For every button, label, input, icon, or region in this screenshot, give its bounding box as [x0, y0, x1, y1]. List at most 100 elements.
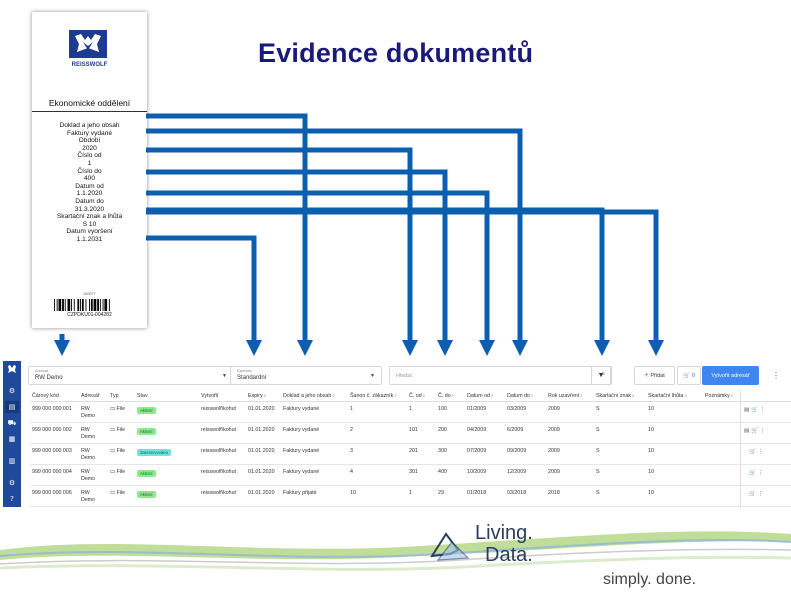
cart-icon[interactable]: 🛒: [751, 428, 760, 434]
column-header[interactable]: Typ: [110, 393, 119, 399]
column-header[interactable]: Stav: [137, 393, 148, 399]
expiry-caption: Expirace: [237, 369, 252, 373]
cell-type-label: File: [116, 469, 126, 475]
sidebar-documents-icon[interactable]: ▤: [5, 401, 19, 413]
label-brand: REISSWOLF: [71, 62, 108, 68]
cart-button[interactable]: 🛒 0: [677, 366, 701, 385]
cell-status: Aktivní: [137, 407, 156, 414]
column-search-icon[interactable]: ⌕: [731, 393, 734, 398]
column-header[interactable]: Datum od⌕: [467, 393, 494, 399]
column-header[interactable]: Poznámky⌕: [705, 393, 733, 399]
cell-year: 2009: [548, 448, 560, 454]
cell-date-from: 01/2009: [467, 406, 487, 412]
row-actions: ▤ 🛒 ⋮: [744, 428, 765, 434]
copy-icon[interactable]: ▤: [744, 428, 751, 434]
table-row[interactable]: 999 000 000 001 RW Demo ▭ File Aktivní reiss…: [30, 402, 791, 423]
cart-icon[interactable]: 🛒: [751, 407, 760, 413]
column-search-icon[interactable]: ⌕: [332, 393, 335, 398]
column-search-icon[interactable]: ⌕: [264, 393, 267, 398]
column-header[interactable]: Doklad a jeho obsah⌕: [283, 393, 335, 399]
column-header[interactable]: Čárový kód: [32, 393, 59, 399]
label-field-value: 31.3.2020: [74, 205, 105, 213]
add-button[interactable]: + Přidat: [634, 366, 675, 385]
row-actions: 🛒 ⋮: [749, 470, 763, 476]
sidebar-truck-icon[interactable]: ⛟: [5, 417, 19, 429]
column-header-label: Skartační znak: [596, 393, 632, 399]
column-search-icon[interactable]: ⌕: [531, 393, 534, 398]
column-header[interactable]: Rok uzavření⌕: [548, 393, 583, 399]
sidebar-reports-icon[interactable]: ▥: [5, 455, 19, 467]
cell-to: 200: [438, 427, 447, 433]
cart-icon[interactable]: 🛒: [749, 449, 758, 455]
cell-period: 10: [648, 406, 654, 412]
sidebar-help-icon[interactable]: ?: [5, 493, 19, 505]
table-row[interactable]: 999 000 000 003 RW Demo ▭ File Zarezervován…: [30, 444, 791, 465]
column-header[interactable]: Datum do⌕: [507, 393, 534, 399]
cell-binder: 4: [350, 469, 353, 475]
filter-button[interactable]: ▼: [591, 366, 611, 385]
column-search-icon[interactable]: ⌕: [423, 393, 426, 398]
column-header-label: Skartační lhůta: [648, 393, 684, 399]
cell-binder: 10: [350, 490, 356, 496]
expiry-select[interactable]: Expirace Standardní ▼: [230, 366, 382, 385]
column-search-icon[interactable]: ⌕: [580, 393, 583, 398]
label-fields: Doklad a jeho obsah Faktury vydané Obdob…: [32, 122, 147, 244]
table-row[interactable]: 999 000 000 002 RW Demo ▭ File Aktivní reiss…: [30, 423, 791, 444]
column-header[interactable]: Skartační lhůta⌕: [648, 393, 687, 399]
more-vertical-icon[interactable]: ⋮: [760, 407, 766, 413]
more-vertical-icon[interactable]: ⋮: [758, 470, 764, 476]
column-header-label: Datum do: [507, 393, 530, 399]
filter-icon: ▼: [597, 372, 605, 379]
column-header[interactable]: Skartační znak⌕: [596, 393, 635, 399]
table-row[interactable]: 999 000 000 004 RW Demo ▭ File Aktivní reiss…: [30, 465, 791, 486]
column-search-icon[interactable]: ⌕: [684, 393, 687, 398]
cart-count: 0: [691, 372, 695, 379]
search-input[interactable]: Hledat ⌕: [389, 366, 612, 385]
cell-from: 101: [409, 427, 418, 433]
cell-creator: reisswolf\kohut: [201, 406, 237, 412]
sidebar-settings-icon[interactable]: ⚙: [5, 385, 19, 397]
column-search-icon[interactable]: ⌕: [491, 393, 494, 398]
cart-icon[interactable]: 🛒: [749, 470, 758, 476]
column-search-icon[interactable]: ⌕: [452, 393, 455, 398]
brand-tagline: simply. done.: [603, 571, 697, 588]
column-header[interactable]: Č. do⌕: [438, 393, 454, 399]
column-header[interactable]: Šanon č. zákazník⌕: [350, 393, 397, 399]
cell-date-to: 12/2009: [507, 469, 527, 475]
cell-content: Faktury vydané: [283, 427, 320, 433]
cart-icon[interactable]: 🛒: [749, 491, 758, 497]
label-field-name: Datum od: [75, 182, 104, 190]
sidebar-calendar-icon[interactable]: ▦: [5, 433, 19, 445]
more-vertical-icon[interactable]: ⋮: [758, 491, 764, 497]
table-row[interactable]: 999 000 000 006 RW Demo ▭ File Aktivní reiss…: [30, 486, 791, 507]
cell-year: 2018: [548, 490, 560, 496]
column-header[interactable]: Vytvořil: [201, 393, 218, 399]
column-search-icon[interactable]: ⌕: [394, 393, 397, 398]
column-header[interactable]: Č. od⌕: [409, 393, 425, 399]
copy-icon[interactable]: ▤: [744, 407, 751, 413]
arrow-date-to: [146, 209, 665, 357]
address-select[interactable]: Adresář RW Demo ▼: [28, 366, 234, 385]
label-field-name: Skartační znak a lhůta: [56, 213, 123, 221]
more-vertical-icon[interactable]: ⋮: [758, 449, 764, 455]
create-address-button[interactable]: Vytvořit adresář: [702, 366, 759, 385]
barcode-bar: [108, 299, 110, 311]
cart-icon: 🛒: [683, 372, 690, 379]
cell-binder: 2: [350, 427, 353, 433]
column-search-icon[interactable]: ⌕: [632, 393, 635, 398]
more-vertical-icon[interactable]: ⋮: [769, 366, 783, 385]
sidebar-config-icon[interactable]: ⚙: [5, 477, 19, 489]
address-caption: Adresář: [35, 369, 49, 373]
status-badge: Aktivní: [137, 407, 156, 414]
brand-line-2: Data.: [485, 544, 533, 566]
label-field-name: Číslo od: [77, 152, 102, 160]
cell-from: 1: [409, 490, 412, 496]
cell-creator: reisswolf\kohut: [201, 469, 237, 475]
column-header-label: Č. od: [409, 393, 422, 399]
column-header-label: Č. do: [438, 393, 451, 399]
column-header[interactable]: Expiry⌕: [248, 393, 266, 399]
row-actions: 🛒 ⋮: [749, 491, 763, 497]
more-vertical-icon[interactable]: ⋮: [760, 428, 766, 434]
cell-barcode: 999 000 000 003: [32, 448, 72, 454]
column-header[interactable]: Adresář: [81, 393, 100, 399]
